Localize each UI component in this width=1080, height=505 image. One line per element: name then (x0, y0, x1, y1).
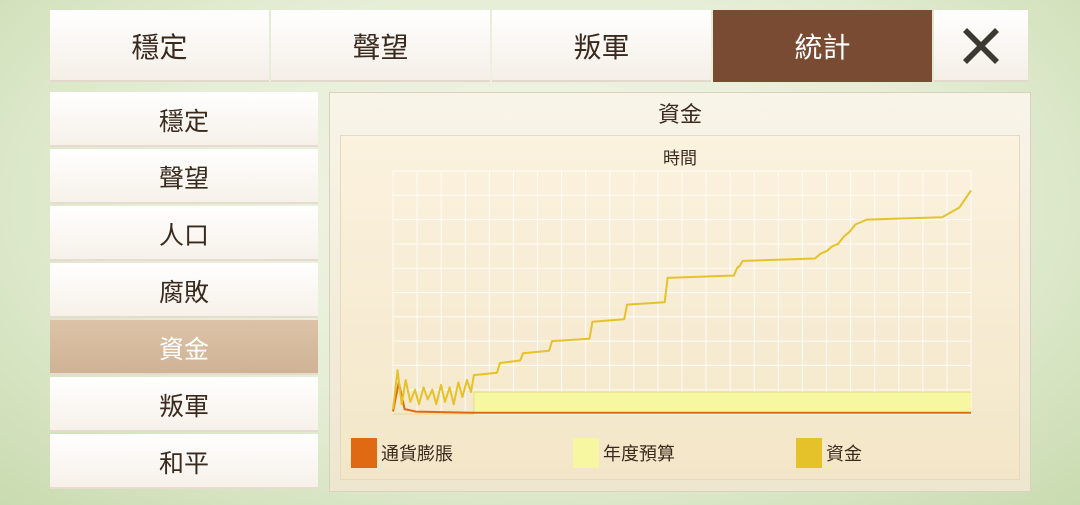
chart-title: 資金 (657, 103, 702, 128)
sidebar-item-rebels[interactable]: 叛軍 (50, 377, 318, 432)
sidebar-item-peace[interactable]: 和平 (50, 434, 318, 489)
legend-label-funds: 資金 (826, 444, 862, 465)
legend-item-inflation: 通貨膨脹 (351, 438, 453, 468)
sidebar-item-funds[interactable]: 資金 (50, 320, 318, 375)
sidebar-item-corruption[interactable]: 腐敗 (50, 263, 318, 318)
legend-item-budget: 年度預算 (573, 438, 675, 468)
close-button[interactable] (934, 10, 1028, 82)
sidebar-item-reputation[interactable]: 聲望 (50, 149, 318, 204)
close-x-icon (963, 28, 999, 64)
legend-label-inflation: 通貨膨脹 (381, 444, 453, 465)
sidebar-item-population[interactable]: 人口 (50, 206, 318, 261)
tab-statistics[interactable]: 統計 (713, 10, 932, 82)
chart-plot (392, 170, 972, 415)
tab-rebels[interactable]: 叛軍 (492, 10, 711, 82)
series-budget-band (473, 392, 971, 413)
legend-swatch-inflation (351, 438, 377, 468)
legend-swatch-budget (573, 438, 599, 468)
sidebar: 穩定 聲望 人口 腐敗 資金 叛軍 和平 (50, 92, 318, 491)
chart-panel: 資金 時間 通貨膨脹 年度預算 資金 (329, 92, 1031, 492)
chart-area: 時間 通貨膨脹 年度預算 資金 (340, 135, 1020, 480)
legend-label-budget: 年度預算 (603, 444, 675, 465)
tab-reputation[interactable]: 聲望 (271, 10, 490, 82)
tab-stability[interactable]: 穩定 (50, 10, 269, 82)
legend-swatch-funds (796, 438, 822, 468)
sidebar-item-stability[interactable]: 穩定 (50, 92, 318, 147)
tab-bar: 穩定 聲望 叛軍 統計 (50, 10, 1032, 82)
legend-item-funds: 資金 (796, 438, 862, 468)
